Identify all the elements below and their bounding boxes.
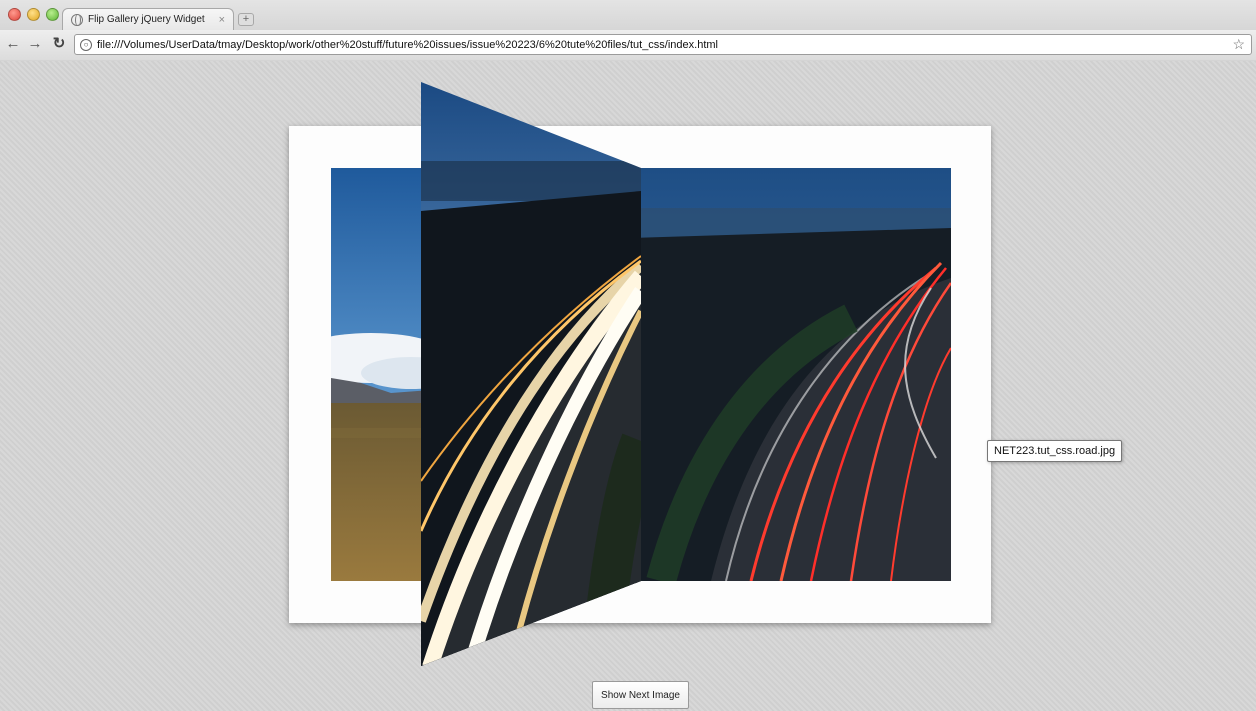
show-next-image-button[interactable]: Show Next Image	[592, 681, 689, 709]
flip-road-image	[421, 82, 641, 666]
tab-title: Flip Gallery jQuery Widget	[88, 14, 205, 25]
page-content: NET223.tut_css.road.jpg Show Next Image	[0, 61, 1256, 711]
image-filename-tooltip: NET223.tut_css.road.jpg	[987, 440, 1123, 462]
zoom-window-button[interactable]	[46, 8, 59, 21]
minimize-window-button[interactable]	[27, 8, 40, 21]
reload-icon[interactable]: ↻	[50, 35, 68, 53]
address-bar[interactable]: ○ file:///Volumes/UserData/tmay/Desktop/…	[74, 34, 1252, 55]
bookmark-star-icon[interactable]: ☆	[1232, 36, 1245, 53]
close-window-button[interactable]	[8, 8, 21, 21]
page-info-icon[interactable]: ○	[80, 38, 92, 51]
browser-toolbar: ← → ↻ ○ file:///Volumes/UserData/tmay/De…	[0, 30, 1256, 60]
new-tab-button[interactable]: +	[238, 13, 254, 26]
address-url[interactable]: file:///Volumes/UserData/tmay/Desktop/wo…	[97, 39, 1232, 51]
tab-close-icon[interactable]: ×	[219, 14, 225, 26]
flipping-image-panel	[421, 82, 641, 666]
tab-flip-gallery[interactable]: Flip Gallery jQuery Widget ×	[62, 8, 234, 30]
globe-icon	[71, 13, 83, 26]
back-arrow-icon[interactable]: ←	[4, 35, 22, 53]
window-controls	[8, 8, 59, 21]
forward-arrow-icon[interactable]: →	[26, 35, 44, 53]
browser-chrome: Flip Gallery jQuery Widget × + ← → ↻ ○ f…	[0, 0, 1256, 60]
